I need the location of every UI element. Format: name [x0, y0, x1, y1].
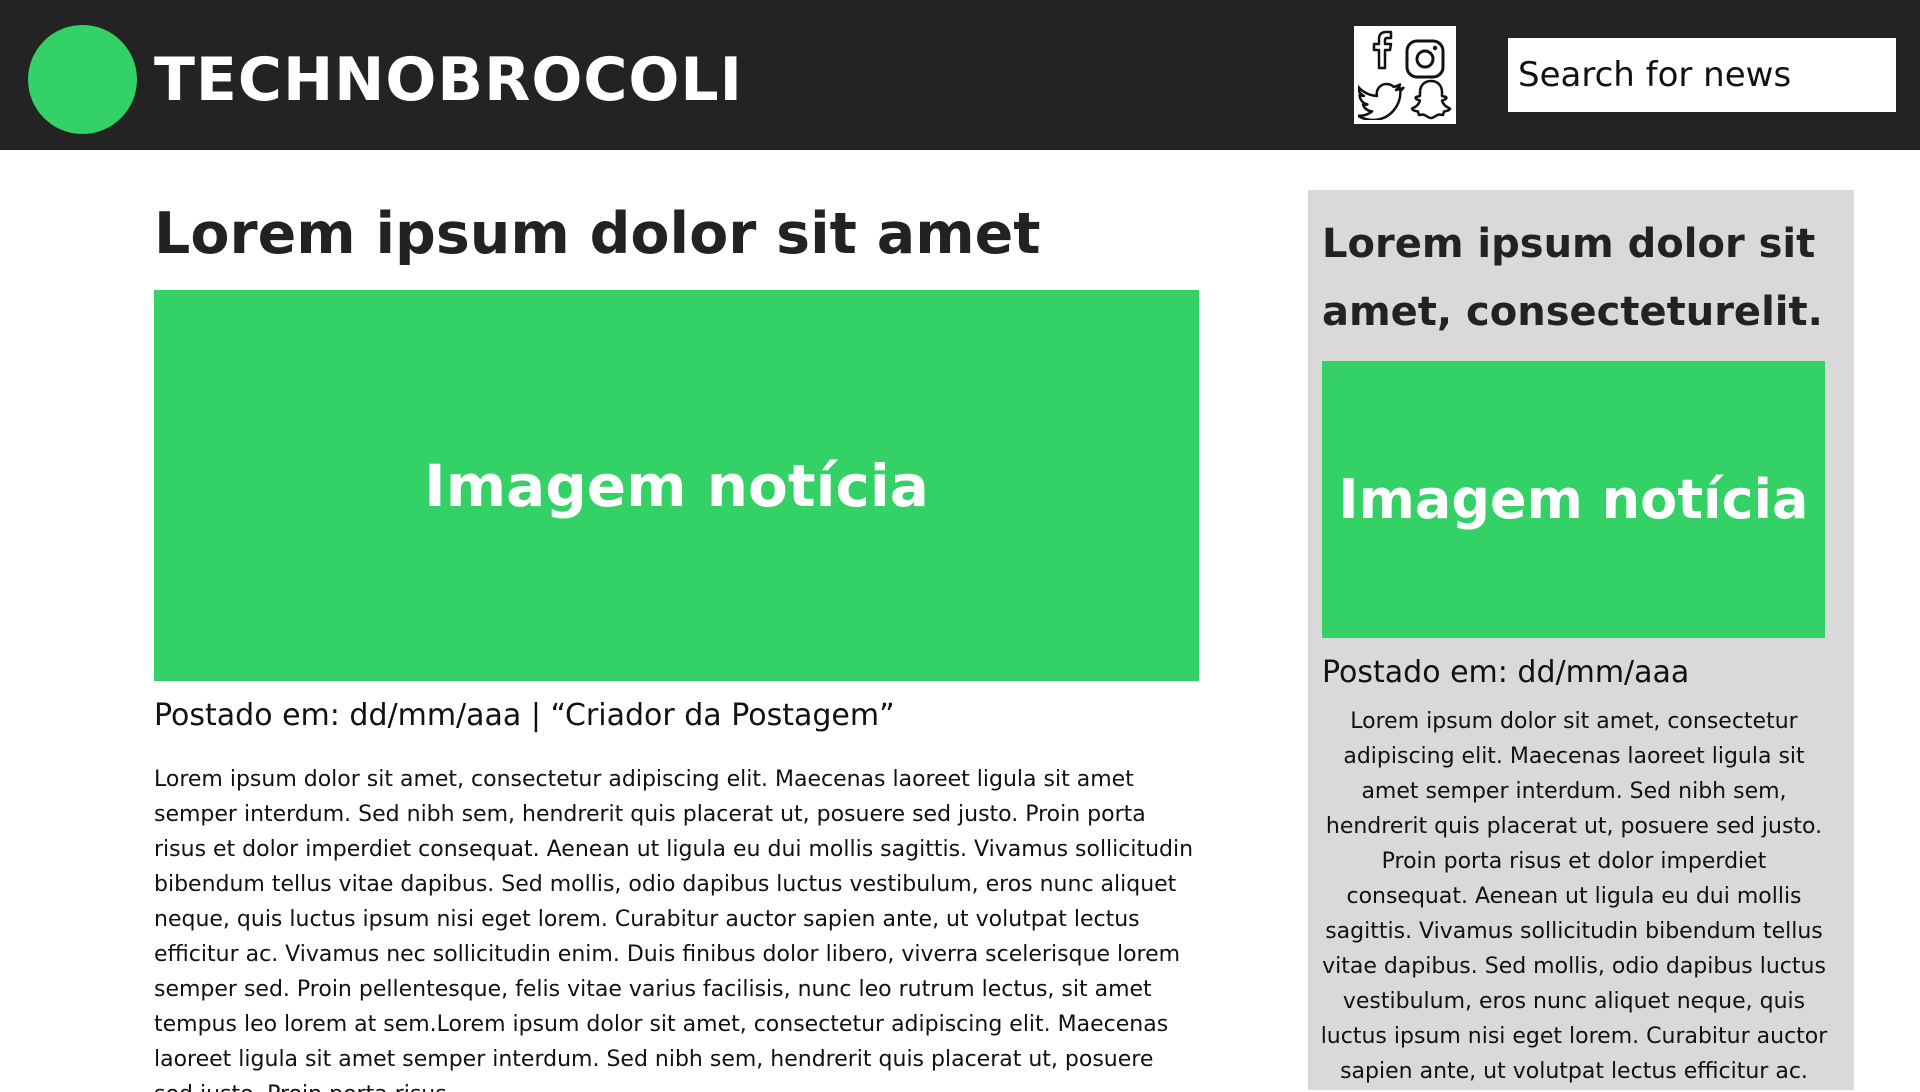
article-image[interactable]: Imagem notícia: [154, 290, 1199, 681]
logo-icon[interactable]: [28, 25, 137, 134]
facebook-icon[interactable]: [1370, 28, 1400, 70]
sidebar-article-title[interactable]: Lorem ipsum dolor sit amet, consecteture…: [1322, 210, 1842, 346]
twitter-icon[interactable]: [1358, 82, 1406, 120]
sidebar-article-image-label: Imagem notícia: [1338, 468, 1809, 531]
search-input[interactable]: [1508, 38, 1896, 112]
snapchat-icon[interactable]: [1410, 78, 1452, 120]
main-article: Lorem ipsum dolor sit amet Imagem notíci…: [154, 188, 1200, 1092]
sidebar-article-image[interactable]: Imagem notícia: [1322, 361, 1825, 638]
sidebar-article[interactable]: Lorem ipsum dolor sit amet, consecteture…: [1308, 190, 1854, 1090]
article-meta: Postado em: dd/mm/aaa | “Criador da Post…: [154, 698, 895, 733]
instagram-icon[interactable]: [1404, 38, 1446, 80]
sidebar-article-body: Lorem ipsum dolor sit amet, consectetur …: [1320, 709, 1828, 1084]
sidebar-article-meta: Postado em: dd/mm/aaa: [1322, 655, 1690, 690]
site-brand[interactable]: TECHNOBROCOLI: [154, 44, 743, 116]
article-body: Lorem ipsum dolor sit amet, consectetur …: [154, 767, 1194, 1092]
article-title[interactable]: Lorem ipsum dolor sit amet: [154, 188, 1200, 280]
site-header: TECHNOBROCOLI: [0, 0, 1920, 150]
article-image-label: Imagem notícia: [424, 451, 929, 520]
social-links: [1354, 26, 1456, 124]
